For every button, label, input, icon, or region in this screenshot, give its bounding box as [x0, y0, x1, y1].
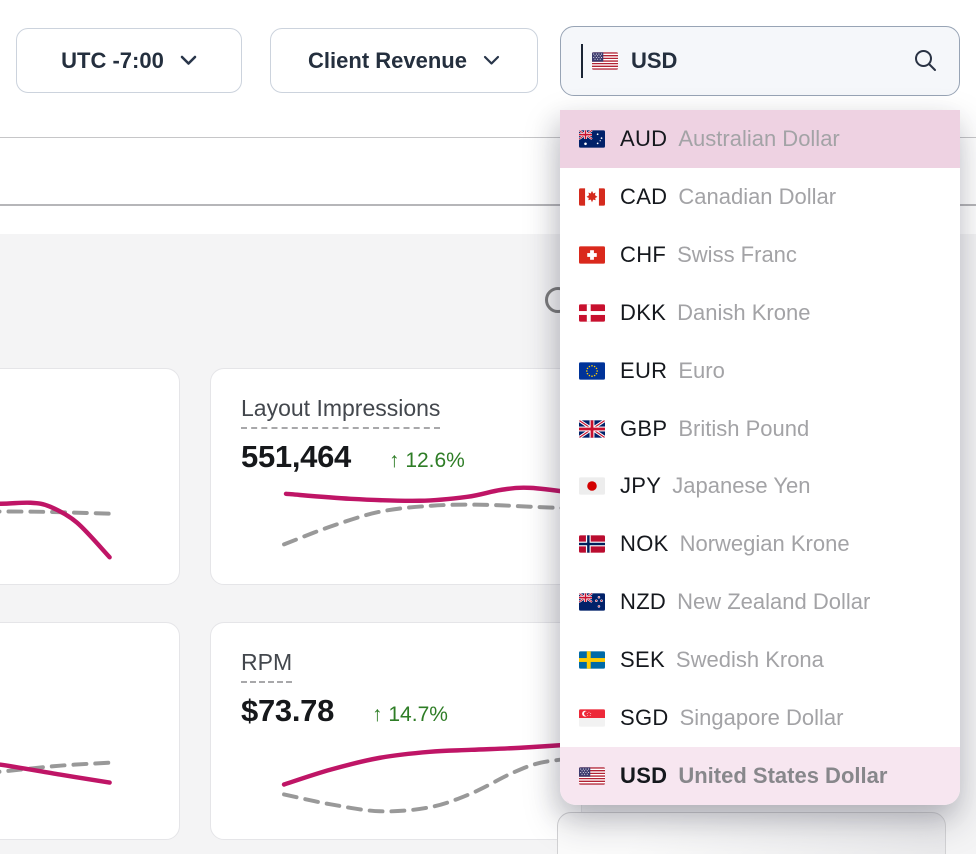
- currency-option-cad[interactable]: CAD Canadian Dollar: [560, 168, 960, 226]
- currency-name: New Zealand Dollar: [677, 589, 870, 615]
- currency-code: USD: [620, 763, 667, 789]
- currency-code: AUD: [620, 126, 667, 152]
- metric-title[interactable]: RPM: [241, 649, 292, 683]
- currency-option-chf[interactable]: CHF Swiss Franc: [560, 226, 960, 284]
- currency-name: Japanese Yen: [672, 473, 810, 499]
- currency-name: Australian Dollar: [678, 126, 839, 152]
- chevron-down-icon: [483, 55, 500, 66]
- currency-option-eur[interactable]: EUR Euro: [560, 342, 960, 400]
- flag-no-icon: [579, 535, 605, 553]
- up-arrow-icon: ↑: [372, 703, 383, 726]
- metric-card-partial-bottom-left[interactable]: [0, 622, 180, 840]
- currency-option-aud[interactable]: AUD Australian Dollar: [560, 110, 960, 168]
- currency-code: SGD: [620, 705, 669, 731]
- search-icon[interactable]: [913, 48, 939, 74]
- currency-option-nok[interactable]: NOK Norwegian Krone: [560, 515, 960, 573]
- flag-eu-icon: [579, 362, 605, 380]
- metric-card-rpm[interactable]: RPM $73.78 ↑ 14.7%: [210, 622, 582, 840]
- currency-code: CHF: [620, 242, 666, 268]
- timezone-select-button[interactable]: UTC -7:00: [16, 28, 242, 93]
- flag-ca-icon: [579, 188, 605, 206]
- flag-nz-icon: [579, 593, 605, 611]
- flag-se-icon: [579, 651, 605, 669]
- flag-ch-icon: [579, 246, 605, 264]
- flag-jp-icon: [579, 477, 605, 495]
- currency-option-sgd[interactable]: SGD Singapore Dollar: [560, 689, 960, 747]
- chevron-down-icon: [180, 55, 197, 66]
- currency-name: Norwegian Krone: [680, 531, 850, 557]
- currency-code: NOK: [620, 531, 669, 557]
- currency-search-value: USD: [631, 48, 677, 74]
- metric-select-label: Client Revenue: [308, 48, 467, 74]
- flag-au-icon: [579, 130, 605, 148]
- flag-sg-icon: [579, 709, 605, 727]
- flag-dk-icon: [579, 304, 605, 322]
- metric-value: $73.78: [241, 693, 334, 729]
- currency-dropdown-list: AUD Australian Dollar CAD Canadian Dollar CH…: [560, 110, 960, 805]
- currency-option-dkk[interactable]: DKK Danish Krone: [560, 284, 960, 342]
- currency-name: Swiss Franc: [677, 242, 797, 268]
- currency-option-jpy[interactable]: JPY Japanese Yen: [560, 458, 960, 516]
- metric-value: 551,464: [241, 439, 351, 475]
- currency-option-nzd[interactable]: NZD New Zealand Dollar: [560, 573, 960, 631]
- flag-gb-icon: [579, 420, 605, 438]
- currency-code: DKK: [620, 300, 666, 326]
- dashboard-page: Layout Impressions 551,464 ↑ 12.6% RPM $…: [0, 0, 976, 854]
- timezone-label: UTC -7:00: [61, 48, 164, 74]
- text-caret: [581, 44, 583, 78]
- currency-name: Canadian Dollar: [678, 184, 836, 210]
- currency-search-input[interactable]: USD: [560, 26, 960, 96]
- metric-delta: ↑ 14.7%: [372, 703, 448, 727]
- sparkline-chart: [0, 369, 179, 584]
- metric-delta: ↑ 12.6%: [389, 449, 465, 473]
- currency-code: CAD: [620, 184, 667, 210]
- currency-name: Swedish Krona: [676, 647, 824, 673]
- metric-title[interactable]: Layout Impressions: [241, 395, 440, 429]
- currency-name: Euro: [678, 358, 724, 384]
- currency-option-sek[interactable]: SEK Swedish Krona: [560, 631, 960, 689]
- currency-code: GBP: [620, 416, 667, 442]
- currency-name: British Pound: [678, 416, 809, 442]
- card-partial-bottom: [557, 812, 946, 854]
- currency-code: NZD: [620, 589, 666, 615]
- metric-select-button[interactable]: Client Revenue: [270, 28, 538, 93]
- currency-option-usd[interactable]: USD United States Dollar: [560, 747, 960, 805]
- currency-name: Danish Krone: [677, 300, 810, 326]
- flag-us-icon: [579, 767, 605, 785]
- currency-code: JPY: [620, 473, 661, 499]
- metric-card-layout-impressions[interactable]: Layout Impressions 551,464 ↑ 12.6%: [210, 368, 582, 585]
- currency-name: United States Dollar: [678, 763, 887, 789]
- sparkline-chart: [0, 623, 179, 839]
- currency-code: SEK: [620, 647, 665, 673]
- currency-code: EUR: [620, 358, 667, 384]
- up-arrow-icon: ↑: [389, 449, 400, 472]
- currency-name: Singapore Dollar: [680, 705, 844, 731]
- metric-card-partial-top-left[interactable]: [0, 368, 180, 585]
- currency-option-gbp[interactable]: GBP British Pound: [560, 400, 960, 458]
- flag-us-icon: [592, 52, 618, 70]
